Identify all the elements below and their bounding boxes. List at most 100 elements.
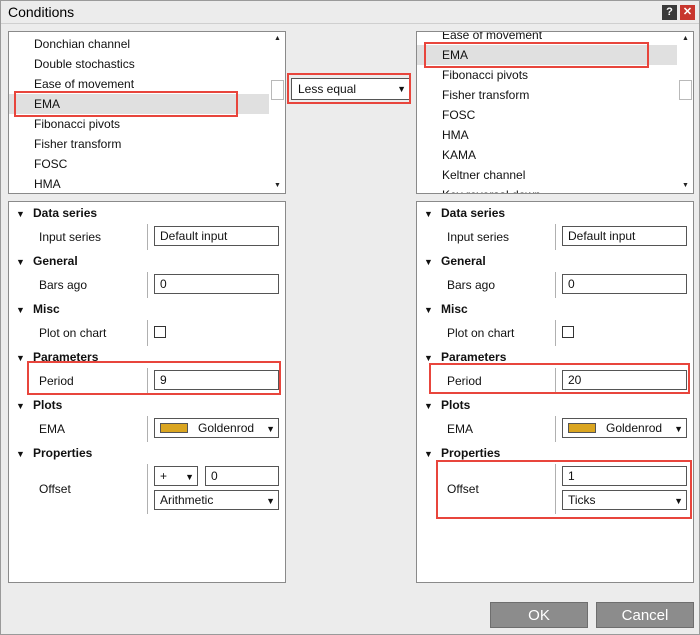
chevron-down-icon: ▼ bbox=[266, 424, 275, 434]
list-item[interactable]: HMA bbox=[442, 125, 469, 145]
category-data-series[interactable]: ▼ Data series bbox=[424, 204, 505, 222]
column-divider bbox=[147, 368, 148, 394]
period-field[interactable]: 20 bbox=[562, 370, 687, 390]
collapse-triangle-icon[interactable]: ▼ bbox=[424, 445, 441, 463]
cancel-button[interactable]: Cancel bbox=[596, 602, 694, 628]
chevron-down-icon: ▼ bbox=[397, 84, 406, 94]
input-series-label: Input series bbox=[39, 230, 102, 244]
category-properties[interactable]: ▼ Properties bbox=[16, 444, 92, 462]
collapse-triangle-icon[interactable]: ▼ bbox=[16, 253, 33, 271]
plot-on-chart-label: Plot on chart bbox=[447, 326, 515, 340]
offset-type-select[interactable]: Arithmetic ▼ bbox=[154, 490, 279, 510]
color-swatch bbox=[160, 423, 188, 433]
list-item[interactable]: KAMA bbox=[442, 145, 476, 165]
category-parameters[interactable]: ▼ Parameters bbox=[424, 348, 506, 366]
scroll-down-icon[interactable]: ▼ bbox=[274, 182, 281, 190]
column-divider bbox=[147, 224, 148, 250]
offset-type-select[interactable]: Ticks ▼ bbox=[562, 490, 687, 510]
plot-color-select[interactable]: Goldenrod ▼ bbox=[562, 418, 687, 438]
right-indicator-list[interactable]: Ease of movement EMA Fibonacci pivots Fi… bbox=[416, 31, 694, 194]
help-icon[interactable]: ? bbox=[662, 5, 677, 20]
scroll-thumb[interactable] bbox=[271, 80, 284, 100]
offset-value-field[interactable]: 1 bbox=[562, 466, 687, 486]
color-swatch bbox=[568, 423, 596, 433]
collapse-triangle-icon[interactable]: ▼ bbox=[16, 445, 33, 463]
collapse-triangle-icon[interactable]: ▼ bbox=[16, 205, 33, 223]
list-item[interactable]: Fibonacci pivots bbox=[442, 65, 528, 85]
right-properties-panel: ▼ Data series Input series Default input … bbox=[416, 201, 694, 583]
list-item[interactable]: Ease of movement bbox=[34, 74, 134, 94]
list-item-selected[interactable]: EMA bbox=[9, 94, 269, 114]
category-misc[interactable]: ▼ Misc bbox=[424, 300, 468, 318]
collapse-triangle-icon[interactable]: ▼ bbox=[424, 253, 441, 271]
chevron-down-icon: ▼ bbox=[674, 496, 683, 506]
list-item-selected[interactable]: EMA bbox=[417, 45, 677, 65]
scroll-up-icon[interactable]: ▲ bbox=[682, 35, 689, 43]
column-divider bbox=[555, 464, 556, 514]
collapse-triangle-icon[interactable]: ▼ bbox=[16, 397, 33, 415]
period-field[interactable]: 9 bbox=[154, 370, 279, 390]
column-divider bbox=[555, 416, 556, 442]
offset-sign-select[interactable]: + ▼ bbox=[154, 466, 198, 486]
left-indicator-list[interactable]: Donchian channel Double stochastics Ease… bbox=[8, 31, 286, 194]
left-properties-panel: ▼ Data series Input series Default input … bbox=[8, 201, 286, 583]
list-item[interactable]: Double stochastics bbox=[34, 54, 135, 74]
collapse-triangle-icon[interactable]: ▼ bbox=[424, 301, 441, 319]
plot-color-select[interactable]: Goldenrod ▼ bbox=[154, 418, 279, 438]
category-plots[interactable]: ▼ Plots bbox=[424, 396, 470, 414]
chevron-down-icon: ▼ bbox=[185, 472, 194, 482]
left-list-scrollbar[interactable]: ▲ ▼ bbox=[270, 32, 285, 193]
bars-ago-field[interactable]: 0 bbox=[154, 274, 279, 294]
category-general[interactable]: ▼ General bbox=[424, 252, 486, 270]
column-divider bbox=[555, 320, 556, 346]
close-icon[interactable]: ✕ bbox=[680, 5, 695, 20]
category-plots[interactable]: ▼ Plots bbox=[16, 396, 62, 414]
category-parameters[interactable]: ▼ Parameters bbox=[16, 348, 98, 366]
collapse-triangle-icon[interactable]: ▼ bbox=[16, 301, 33, 319]
list-item[interactable]: Keltner channel bbox=[442, 165, 525, 185]
list-item[interactable]: HMA bbox=[34, 174, 61, 193]
bars-ago-field[interactable]: 0 bbox=[562, 274, 687, 294]
scroll-thumb[interactable] bbox=[679, 80, 692, 100]
column-divider bbox=[147, 464, 148, 514]
list-item[interactable]: FOSC bbox=[34, 154, 67, 174]
input-series-field[interactable]: Default input bbox=[562, 226, 687, 246]
list-item[interactable]: Donchian channel bbox=[34, 34, 130, 54]
category-misc[interactable]: ▼ Misc bbox=[16, 300, 60, 318]
input-series-field[interactable]: Default input bbox=[154, 226, 279, 246]
collapse-triangle-icon[interactable]: ▼ bbox=[424, 349, 441, 367]
scroll-up-icon[interactable]: ▲ bbox=[274, 35, 281, 43]
collapse-triangle-icon[interactable]: ▼ bbox=[424, 205, 441, 223]
list-item[interactable]: Fisher transform bbox=[442, 85, 529, 105]
offset-value-field[interactable]: 0 bbox=[205, 466, 279, 486]
category-general[interactable]: ▼ General bbox=[16, 252, 78, 270]
category-properties[interactable]: ▼ Properties bbox=[424, 444, 500, 462]
collapse-triangle-icon[interactable]: ▼ bbox=[424, 397, 441, 415]
input-series-label: Input series bbox=[447, 230, 510, 244]
right-list-scrollbar[interactable]: ▲ ▼ bbox=[678, 32, 693, 193]
list-item[interactable]: Fisher transform bbox=[34, 134, 121, 154]
chevron-down-icon: ▼ bbox=[674, 424, 683, 434]
column-divider bbox=[555, 368, 556, 394]
collapse-triangle-icon[interactable]: ▼ bbox=[16, 349, 33, 367]
plot-on-chart-checkbox[interactable] bbox=[562, 326, 574, 338]
ok-button[interactable]: OK bbox=[490, 602, 588, 628]
column-divider bbox=[147, 320, 148, 346]
list-item[interactable]: Ease of movement bbox=[442, 32, 542, 45]
column-divider bbox=[555, 224, 556, 250]
offset-label: Offset bbox=[39, 482, 71, 496]
list-item[interactable]: Fibonacci pivots bbox=[34, 114, 120, 134]
scroll-down-icon[interactable]: ▼ bbox=[682, 182, 689, 190]
title-bar: Conditions ? ✕ bbox=[1, 1, 699, 24]
bars-ago-label: Bars ago bbox=[447, 278, 496, 292]
period-label: Period bbox=[447, 374, 482, 388]
window-title: Conditions bbox=[8, 4, 75, 20]
list-item[interactable]: Key reversal down bbox=[442, 185, 541, 193]
operator-value: Less equal bbox=[298, 82, 357, 96]
bars-ago-label: Bars ago bbox=[39, 278, 88, 292]
category-data-series[interactable]: ▼ Data series bbox=[16, 204, 97, 222]
list-item[interactable]: FOSC bbox=[442, 105, 475, 125]
ema-plot-label: EMA bbox=[39, 422, 66, 436]
operator-select[interactable]: Less equal ▼ bbox=[291, 78, 410, 100]
plot-on-chart-checkbox[interactable] bbox=[154, 326, 166, 338]
